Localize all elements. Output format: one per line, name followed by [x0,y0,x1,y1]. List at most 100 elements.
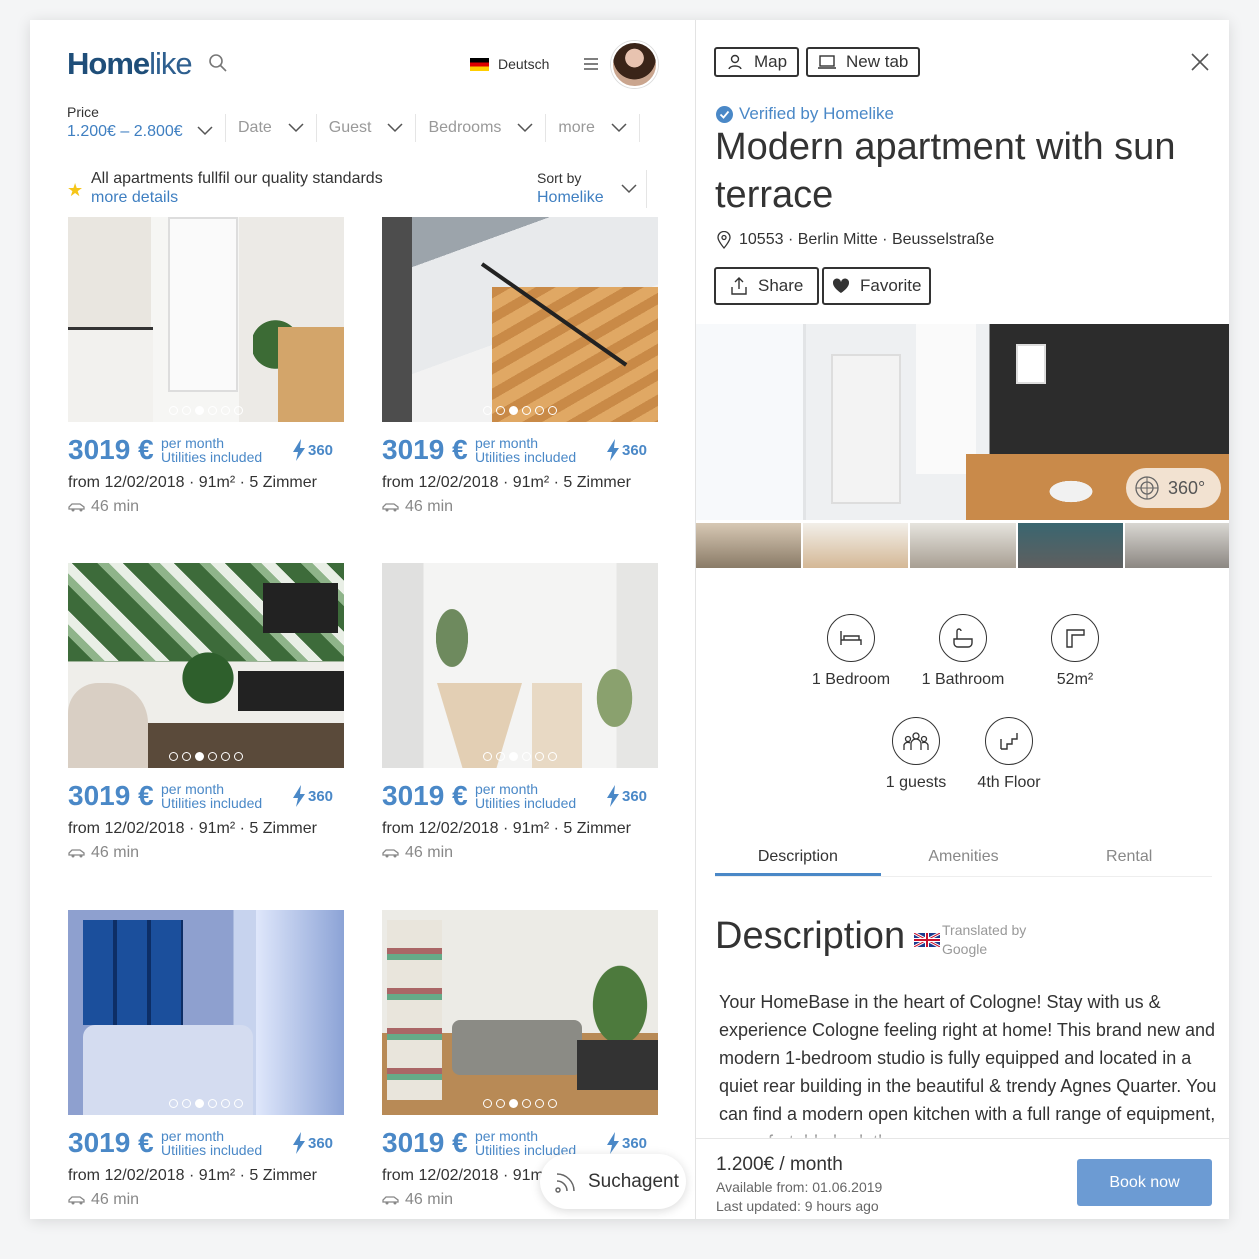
quality-text: All apartments fullfil our quality stand… [91,170,383,187]
checkmark-circle-icon [716,105,733,123]
thumbnail[interactable] [1124,523,1229,568]
share-button[interactable]: Share [714,267,820,305]
sort-value: Homelike [537,189,604,206]
more-filter[interactable]: more [545,114,640,142]
lightning-icon [607,439,619,461]
date-filter-label: Date [238,119,272,136]
favorite-button-label: Favorite [860,276,922,295]
map-button-label: Map [754,52,788,71]
lightning-icon [607,1132,619,1154]
date-filter[interactable]: Date [225,114,316,142]
feature-floor: 4th Floor [954,717,1064,792]
listing-price: 3019 € [68,434,154,465]
listing-card[interactable]: 3019 € per month Utilities included 360 f… [68,217,344,527]
thumbnail[interactable] [1017,523,1123,568]
listing-photo[interactable] [68,563,344,768]
lightning-icon [607,785,619,807]
price-filter[interactable]: Price 1.200€ – 2.800€ [67,104,183,146]
feature-bedroom: 1 Bedroom [796,614,906,689]
listing-details: from 12/02/2018 · 91m² · 5 Zimmer [382,474,631,491]
user-avatar[interactable] [611,41,658,88]
sort-label: Sort by [537,170,582,186]
feature-size: 52m² [1020,614,1130,689]
listing-photo[interactable] [382,563,658,768]
chevron-down-icon [611,123,627,133]
tabs-divider [715,876,1212,877]
listing-duration: 46 min [382,844,453,862]
thumbnail[interactable] [910,523,1016,568]
description-text: Your HomeBase in the heart of Cologne! S… [719,992,1217,1152]
price-note: per month Utilities included [475,1128,577,1158]
new-tab-button-label: New tab [846,52,909,71]
verified-label: Verified by Homelike [739,104,894,123]
listing-duration: 46 min [382,498,453,516]
favorite-button[interactable]: Favorite [822,267,932,305]
listing-card[interactable]: 3019 € per month Utilities included 360 f… [382,563,658,873]
price-filter-value: 1.200€ – 2.800€ [67,123,183,140]
address-text: 10553 · Berlin Mitte · Beusselstraße [739,231,995,248]
chevron-down-icon[interactable] [197,126,213,136]
badge-360: 360 [293,1132,333,1154]
badge-360: 360 [607,439,647,461]
map-button[interactable]: Map [714,47,800,77]
language-selector[interactable]: Deutsch [470,56,549,72]
tab-description[interactable]: Description [715,842,881,877]
carousel-dots[interactable] [382,1099,658,1108]
search-icon[interactable] [208,53,228,73]
chevron-down-icon [288,123,304,133]
apartment-title: Modern apartment with sun terrace [715,126,1176,216]
listing-photo[interactable] [382,217,658,422]
detail-tabs: Description Amenities Rental [715,842,1212,877]
language-label: Deutsch [498,56,550,72]
heart-icon [832,278,850,293]
listing-card[interactable]: 3019 € per month Utilities included 360 f… [68,563,344,873]
carousel-dots[interactable] [68,406,344,415]
floor-area-icon [1066,629,1085,648]
chevron-down-icon [621,184,637,194]
homelike-logo[interactable]: Homelike [67,46,193,82]
bedrooms-filter[interactable]: Bedrooms [415,114,545,142]
listing-duration: 46 min [68,498,139,516]
lightning-icon [293,785,305,807]
hamburger-menu-icon[interactable] [583,57,599,71]
carousel-dots[interactable] [68,752,344,761]
badge-360: 360 [607,785,647,807]
bed-icon [840,631,862,645]
thumbnail[interactable] [696,523,802,568]
badge-360: 360 [607,1132,647,1154]
carousel-dots[interactable] [382,406,658,415]
listing-price: 3019 € [382,1127,468,1158]
carousel-dots[interactable] [68,1099,344,1108]
book-now-button[interactable]: Book now [1077,1159,1212,1206]
rss-feed-icon [555,1172,575,1193]
map-pin-person-icon [728,54,742,70]
carousel-dots[interactable] [382,752,658,761]
available-from: Available from: 01.06.2019 [716,1179,883,1195]
more-details-link[interactable]: more details [91,189,178,207]
listing-photo[interactable] [68,910,344,1115]
tab-amenities[interactable]: Amenities [881,842,1047,877]
listing-details: from 12/02/2018 · 91m² · 5 Zimmer [68,820,317,837]
listing-duration: 46 min [68,844,139,862]
lightning-icon [293,439,305,461]
sort-dropdown[interactable]: Sort by Homelike [537,170,647,208]
listing-duration: 46 min [68,1191,139,1209]
thumbnail[interactable] [803,523,909,568]
tab-rental[interactable]: Rental [1046,842,1212,877]
listing-card[interactable]: 3019 € per month Utilities included 360 f… [68,910,344,1219]
new-tab-button[interactable]: New tab [806,47,921,77]
filter-bar: Price 1.200€ – 2.800€ Date Guest Bedroom… [67,104,657,146]
car-icon [382,1196,399,1205]
guest-filter[interactable]: Guest [315,114,416,142]
listing-photo[interactable] [382,910,658,1115]
star-icon: ★ [67,180,84,200]
listing-card[interactable]: 3019 € per month Utilities included 360 f… [382,217,658,527]
panorama-360-button[interactable]: 360° [1126,468,1221,508]
suchagent-button[interactable]: Suchagent [540,1154,686,1209]
car-icon [382,849,399,858]
close-icon[interactable] [1191,53,1209,71]
listing-details: from 12/02/2018 · 91m² · 5 Zimmer [68,1167,317,1184]
car-icon [68,503,85,512]
laptop-icon [818,55,836,69]
listing-photo[interactable] [68,217,344,422]
